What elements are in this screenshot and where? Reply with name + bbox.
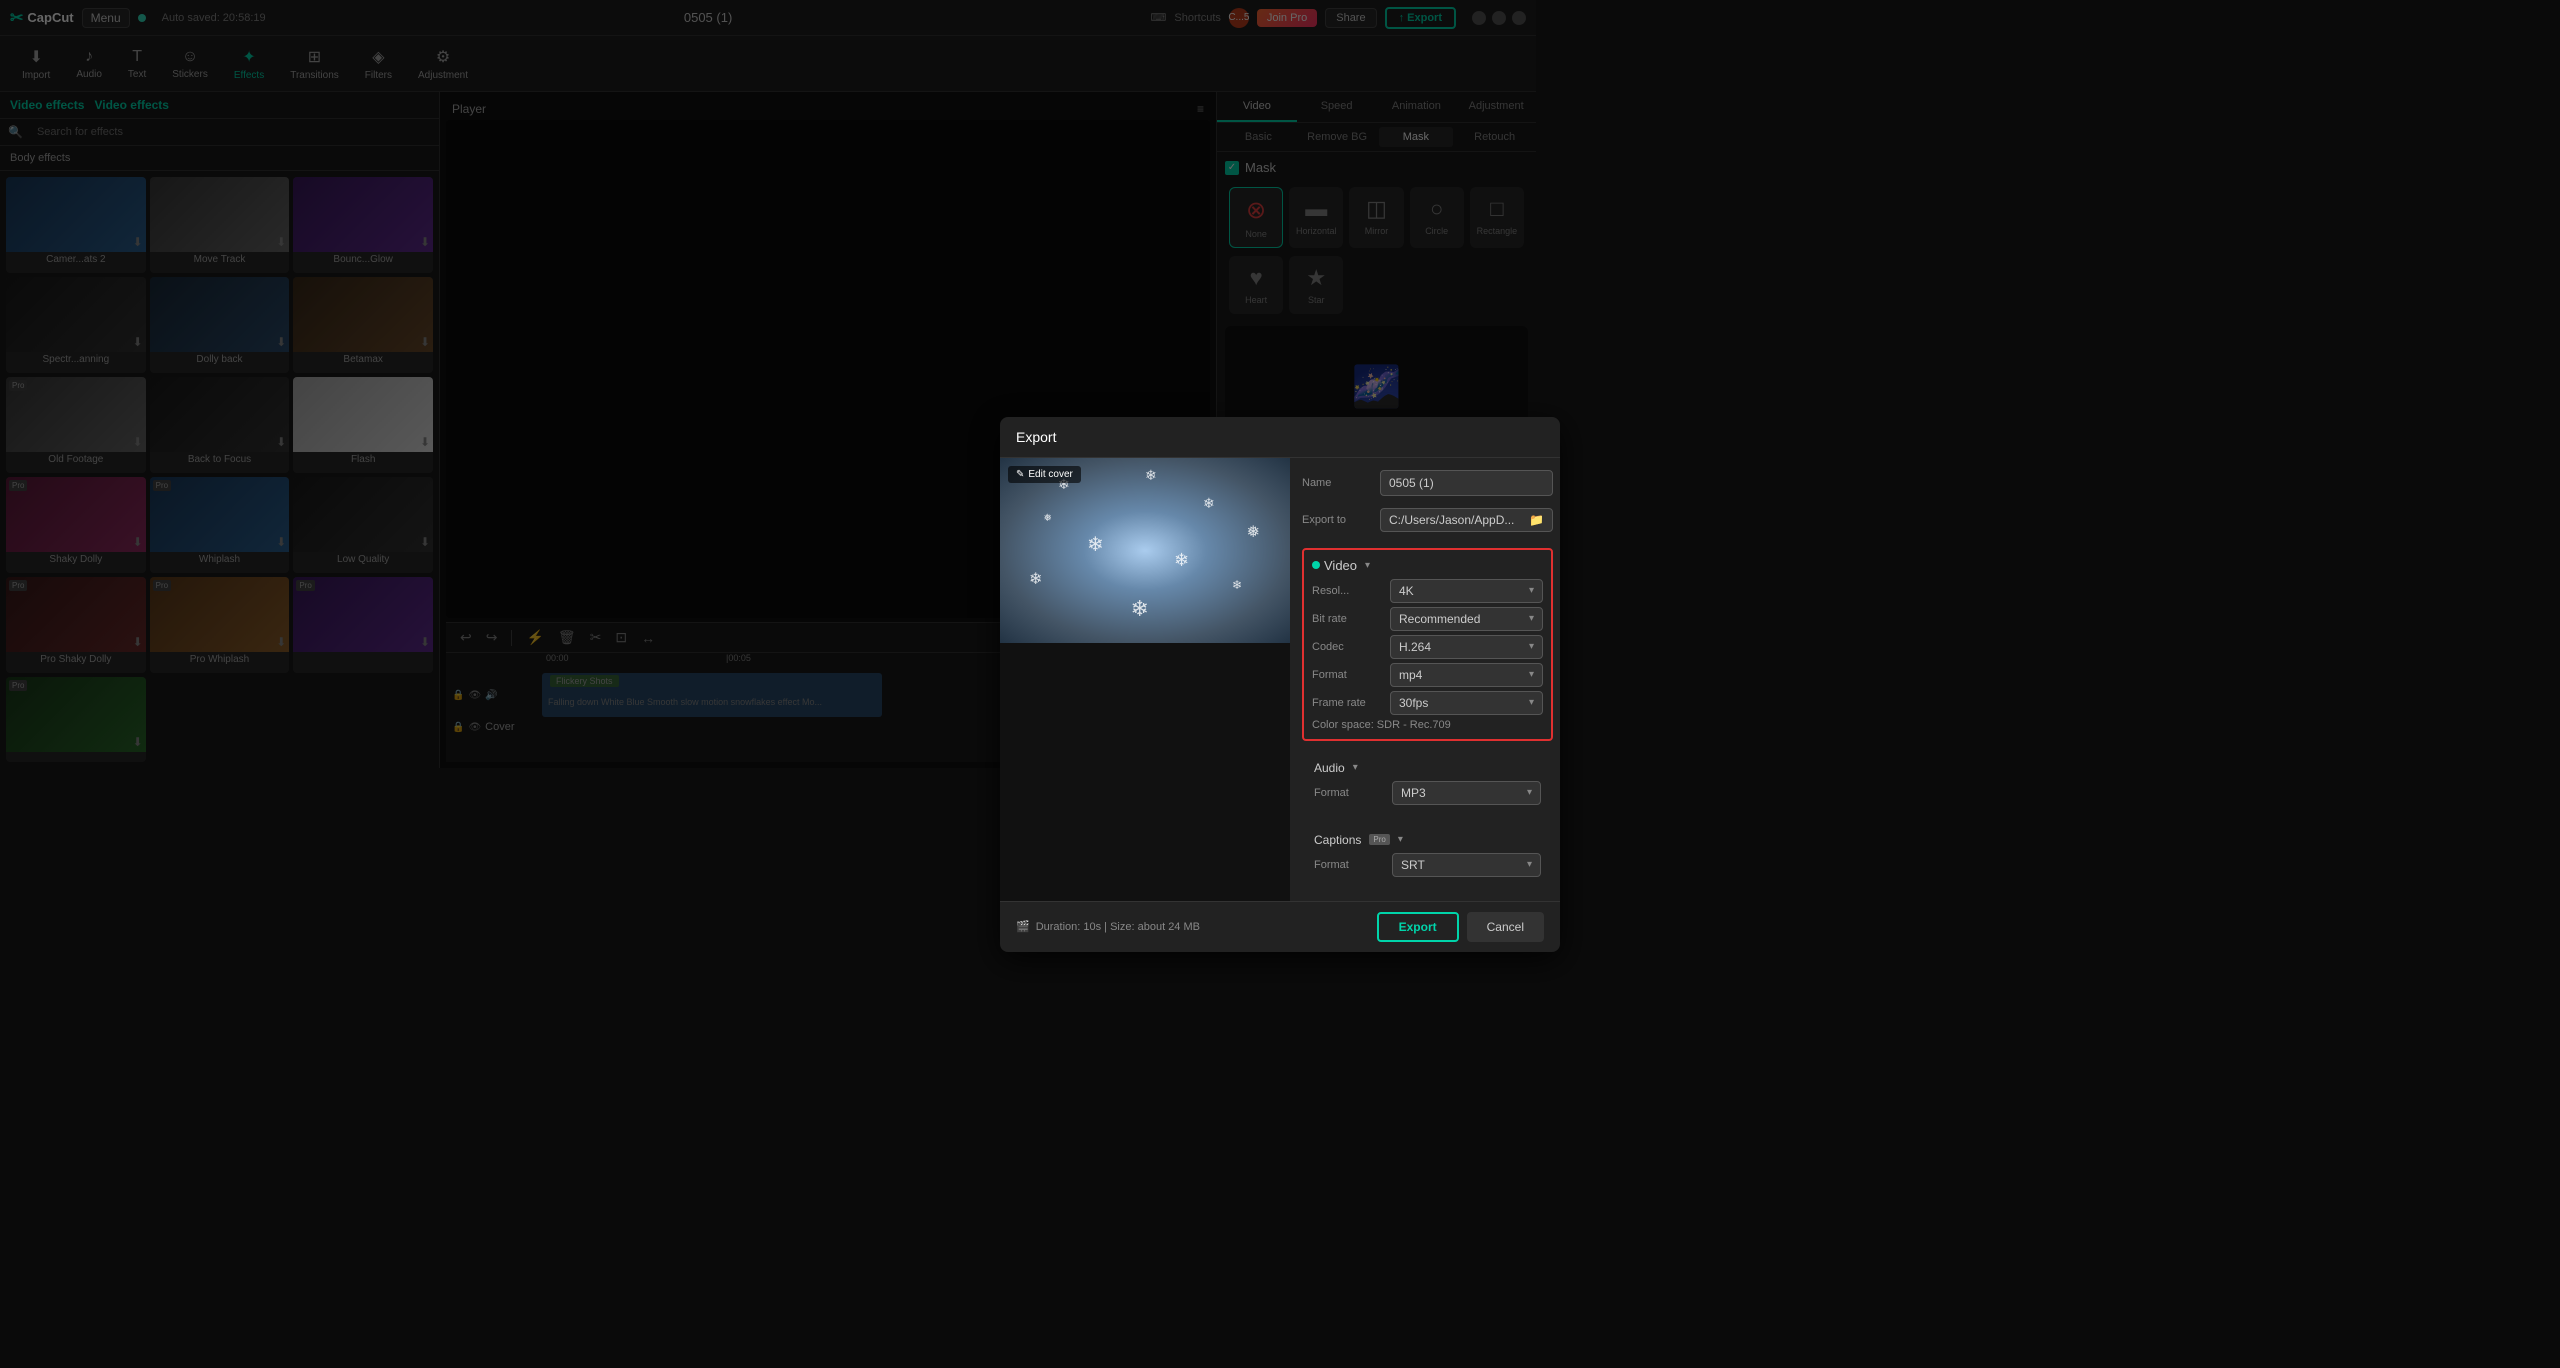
snowflake-5: ❄	[1174, 550, 1189, 571]
preview-image: ❄ ❄ ❄ ❄ ❄ ❄ ❄ ❄ ❅ ❅ ✎ Edit cover	[1000, 458, 1290, 643]
duration-info: Duration: 10s | Size: about 24 MB	[1036, 921, 1200, 933]
codec-label: Codec	[1312, 641, 1382, 653]
framerate-label: Frame rate	[1312, 697, 1382, 709]
snowflake-2: ❄	[1145, 467, 1157, 484]
framerate-row: Frame rate 30fps ▾	[1312, 691, 1543, 715]
modal-footer: 🎬 Duration: 10s | Size: about 24 MB Expo…	[1000, 901, 1560, 952]
framerate-select[interactable]: 30fps ▾	[1390, 691, 1543, 715]
captions-toggle[interactable]: ▾	[1398, 834, 1403, 845]
video-toggle[interactable]: ▾	[1365, 560, 1370, 571]
modal-preview: ❄ ❄ ❄ ❄ ❄ ❄ ❄ ❄ ❅ ❅ ✎ Edit cover	[1000, 458, 1290, 901]
bitrate-chevron: ▾	[1529, 613, 1534, 624]
format-select[interactable]: mp4 ▾	[1390, 663, 1543, 687]
snowflake-8: ❄	[1131, 596, 1149, 622]
modal-body: ❄ ❄ ❄ ❄ ❄ ❄ ❄ ❄ ❅ ❅ ✎ Edit cover	[1000, 458, 1560, 901]
film-icon: 🎬	[1016, 920, 1030, 933]
name-input[interactable]	[1380, 470, 1553, 496]
name-inline: Name	[1302, 470, 1553, 496]
audio-format-select[interactable]: MP3 ▾	[1392, 781, 1541, 805]
bitrate-select[interactable]: Recommended ▾	[1390, 607, 1543, 631]
format-chevron: ▾	[1529, 669, 1534, 680]
audio-format-label: Format	[1314, 787, 1384, 799]
resolution-select[interactable]: 4K ▾	[1390, 579, 1543, 603]
snowflake-3: ❄	[1203, 495, 1215, 512]
captions-format-chevron: ▾	[1527, 859, 1532, 870]
captions-format-label: Format	[1314, 859, 1384, 871]
resolution-label: Resol...	[1312, 585, 1382, 597]
color-space-label: Color space: SDR - Rec.709	[1312, 719, 1543, 731]
bitrate-row: Bit rate Recommended ▾	[1312, 607, 1543, 631]
snowflake-6: ❄	[1029, 569, 1042, 589]
name-row: Name	[1302, 470, 1553, 500]
captions-format-select[interactable]: SRT ▾	[1392, 853, 1541, 877]
framerate-chevron: ▾	[1529, 697, 1534, 708]
export-to-label: Export to	[1302, 514, 1372, 526]
video-section: Video ▾ Resol... 4K ▾ Bit rate	[1302, 548, 1553, 741]
format-row: Format mp4 ▾	[1312, 663, 1543, 687]
modal-overlay: Export ❄ ❄ ❄ ❄ ❄ ❄ ❄ ❄ ❅ ❅ ✎	[0, 0, 2560, 1368]
bitrate-label: Bit rate	[1312, 613, 1382, 625]
edit-cover-button[interactable]: ✎ Edit cover	[1008, 466, 1081, 483]
export-button[interactable]: Export	[1377, 912, 1459, 942]
cancel-button[interactable]: Cancel	[1467, 912, 1544, 942]
audio-toggle[interactable]: ▾	[1353, 762, 1358, 773]
format-label: Format	[1312, 669, 1382, 681]
export-to-select[interactable]: C:/Users/Jason/AppD... 📁	[1380, 508, 1553, 532]
footer-info: 🎬 Duration: 10s | Size: about 24 MB	[1016, 920, 1200, 933]
footer-actions: Export Cancel	[1377, 912, 1544, 942]
export-modal: Export ❄ ❄ ❄ ❄ ❄ ❄ ❄ ❄ ❅ ❅ ✎	[1000, 417, 1560, 952]
modal-form: Name Export to C:/Users/Jason/AppD... 📁	[1290, 458, 1560, 901]
audio-format-chevron: ▾	[1527, 787, 1532, 798]
export-to-inline: Export to C:/Users/Jason/AppD... 📁	[1302, 508, 1553, 532]
modal-header: Export	[1000, 417, 1560, 458]
resolution-chevron: ▾	[1529, 585, 1534, 596]
folder-icon: 📁	[1529, 513, 1544, 527]
audio-header: Audio ▾	[1314, 761, 1541, 775]
resolution-row: Resol... 4K ▾	[1312, 579, 1543, 603]
audio-section: Audio ▾ Format MP3 ▾	[1302, 753, 1553, 817]
export-to-row: Export to C:/Users/Jason/AppD... 📁	[1302, 508, 1553, 536]
captions-section: Captions Pro ▾ Format SRT ▾	[1302, 825, 1553, 889]
codec-chevron: ▾	[1529, 641, 1534, 652]
snowflake-9: ❅	[1044, 513, 1052, 524]
codec-row: Codec H.264 ▾	[1312, 635, 1543, 659]
video-section-header: Video ▾	[1312, 558, 1543, 573]
edit-icon: ✎	[1016, 469, 1024, 480]
name-label: Name	[1302, 477, 1372, 489]
codec-select[interactable]: H.264 ▾	[1390, 635, 1543, 659]
video-dot	[1312, 561, 1320, 569]
snowflake-4: ❄	[1087, 532, 1104, 557]
audio-format-row: Format MP3 ▾	[1314, 781, 1541, 805]
captions-format-row: Format SRT ▾	[1314, 853, 1541, 877]
captions-header: Captions Pro ▾	[1314, 833, 1541, 847]
snowflake-7: ❄	[1232, 578, 1242, 592]
snowflake-10: ❅	[1247, 522, 1260, 542]
captions-pro-badge: Pro	[1369, 834, 1389, 845]
